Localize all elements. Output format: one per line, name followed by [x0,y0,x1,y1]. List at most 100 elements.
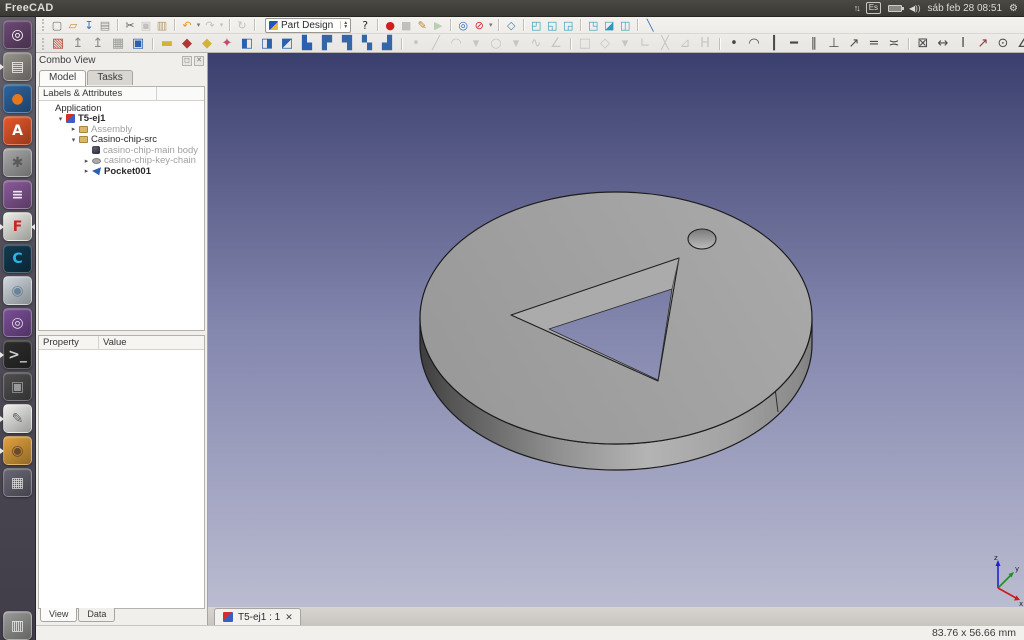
launcher-item-freecad[interactable]: F [3,212,32,241]
constraint-parallel-icon[interactable]: ∥ [804,35,824,53]
tree-item-assembly[interactable]: ▸Assembly [41,124,204,135]
view-left-icon[interactable]: ◫ [617,18,633,32]
network-icon[interactable]: ↑↓ [854,3,859,13]
launcher-item-dash-home[interactable]: ◎ [3,20,32,49]
combobox-spin-arrows[interactable]: ▲▼ [340,21,348,29]
tree-expander-icon[interactable]: ▸ [82,167,91,175]
tab-model[interactable]: Model [39,70,86,86]
tree-item-casino-chip-src[interactable]: ▾Casino-chip-src [41,135,204,146]
view-top-icon[interactable]: ◱ [544,18,560,32]
tree-expander-icon[interactable]: ▸ [69,125,78,133]
constraint-perpendicular-icon[interactable]: ⊥ [824,35,844,53]
constraint-point-on-object-icon[interactable]: ◠ [744,35,764,53]
tree-item-casino-chip-main-body[interactable]: casino-chip-main body [41,145,204,156]
tree-expander-icon[interactable]: ▸ [82,157,91,165]
create-sketch-icon[interactable]: ▬ [157,35,177,53]
property-column-property[interactable]: Property [39,336,99,349]
session-gear-icon[interactable]: ⚙ [1009,3,1018,14]
revolution-icon[interactable]: ◨ [257,35,277,53]
fit-all-icon[interactable]: ◎ [455,18,471,32]
tree-expander-icon[interactable]: ▾ [56,115,65,123]
reorient-sketch-icon[interactable]: ✦ [217,35,237,53]
save-icon[interactable]: ↧ [81,18,97,32]
pad-icon[interactable]: ◧ [237,35,257,53]
launcher-item-dark-box-app[interactable]: ▣ [3,372,32,401]
draw-style-icon[interactable]: ⊘ [471,18,487,32]
groove-icon[interactable]: ▚ [357,35,377,53]
macro-record-icon[interactable]: ● [382,18,398,32]
toolbar-handle[interactable] [42,19,45,31]
tab-close-icon[interactable]: ✕ [285,612,293,623]
view-rear-icon[interactable]: ◳ [585,18,601,32]
import-datum-icon[interactable]: ↥ [88,35,108,53]
tab-data[interactable]: Data [78,608,115,622]
edit-placement-icon[interactable]: ▧ [48,35,68,53]
launcher-item-purple-window-app[interactable]: ≡ [3,180,32,209]
view-right-icon[interactable]: ◲ [560,18,576,32]
launcher-item-ubuntu-software[interactable]: A [3,116,32,145]
launcher-item-cheese[interactable]: ◎ [3,308,32,337]
print-icon[interactable]: ▤ [97,18,113,32]
new-file-icon[interactable]: ▢ [49,18,65,32]
constraint-equal-icon[interactable]: = [864,35,884,53]
clock[interactable]: sáb feb 28 08:51 [928,3,1003,14]
undo-menu-icon[interactable]: ▾ [195,18,202,32]
subtractive-loft-icon[interactable]: ▟ [377,35,397,53]
constraint-coincident-icon[interactable]: • [724,35,744,53]
constraint-angle-icon[interactable]: ∠ [1013,35,1024,53]
tree-item-application[interactable]: Application [41,103,204,114]
undo-icon[interactable]: ↶ [179,18,195,32]
constraint-h-distance-icon[interactable]: ↔ [933,35,953,53]
open-file-icon[interactable]: ▱ [65,18,81,32]
panel-float-icon[interactable]: ◻ [182,56,192,66]
additive-loft-icon[interactable]: ◩ [277,35,297,53]
constraint-tangent-icon[interactable]: ↗ [844,35,864,53]
macro-edit-icon[interactable]: ✎ [414,18,430,32]
view-axonometric-icon[interactable]: ◇ [503,18,519,32]
validate-sketch-icon[interactable]: ↥ [68,35,88,53]
map-sketch-icon[interactable]: ◆ [197,35,217,53]
launcher-item-files[interactable]: ▤ [3,52,32,81]
paste-icon[interactable]: ▥ [154,18,170,32]
launcher-item-terminal[interactable]: >_ [3,340,32,369]
additive-pipe-icon[interactable]: ▙ [297,35,317,53]
constraint-v-distance-icon[interactable]: I [953,35,973,53]
workbench-selector[interactable]: Part Design ▲▼ [265,18,351,33]
launcher-item-c-app[interactable]: C [3,244,32,273]
property-column-value[interactable]: Value [99,336,204,349]
create-body-icon[interactable]: ▣ [128,35,148,53]
launcher-item-trash[interactable]: ▥ [3,611,32,640]
launcher-item-workspace-switcher[interactable]: ▦ [3,468,32,497]
launcher-item-text-editor[interactable]: ✎ [3,404,32,433]
draw-style-menu-icon[interactable]: ▾ [487,18,494,32]
image-plane-icon[interactable]: ▦ [108,35,128,53]
tab-view[interactable]: View [40,608,77,622]
speaker-icon[interactable]: ◀)) [909,4,920,13]
keyboard-layout-indicator[interactable]: Es [866,2,881,14]
constraint-horizontal-icon[interactable]: ━ [784,35,804,53]
tree-expander-icon[interactable]: ▾ [69,136,78,144]
launcher-item-system-settings[interactable]: ✱ [3,148,32,177]
launcher-item-gimp[interactable]: ◉ [3,436,32,465]
pocket-icon[interactable]: ▛ [317,35,337,53]
3d-viewport[interactable]: z y x [208,53,1024,607]
constraint-radius-icon[interactable]: ⊙ [993,35,1013,53]
tree-item-pocket001[interactable]: ▸Pocket001 [41,166,204,177]
constraint-lock-icon[interactable]: ⊠ [913,35,933,53]
tab-tasks[interactable]: Tasks [87,70,133,85]
constraint-symmetric-icon[interactable]: ≍ [884,35,904,53]
tree-item-t5-ej1[interactable]: ▾T5-ej1 [41,114,204,125]
hole-icon[interactable]: ▜ [337,35,357,53]
document-tab[interactable]: T5-ej1 : 1 ✕ [214,608,301,625]
view-front-icon[interactable]: ◰ [528,18,544,32]
tree-column-header[interactable]: Labels & Attributes [39,87,157,100]
tree-item-casino-chip-key-chain[interactable]: ▸casino-chip-key-chain [41,156,204,167]
constraint-vertical-icon[interactable]: ┃ [764,35,784,53]
launcher-item-chromium[interactable]: ◉ [3,276,32,305]
cut-icon[interactable]: ✂ [122,18,138,32]
launcher-item-firefox[interactable]: ● [3,84,32,113]
constraint-distance-icon[interactable]: ↗ [973,35,993,53]
view-bottom-icon[interactable]: ◪ [601,18,617,32]
measure-icon[interactable]: ╲ [642,18,658,32]
panel-close-icon[interactable]: ✕ [194,56,204,66]
